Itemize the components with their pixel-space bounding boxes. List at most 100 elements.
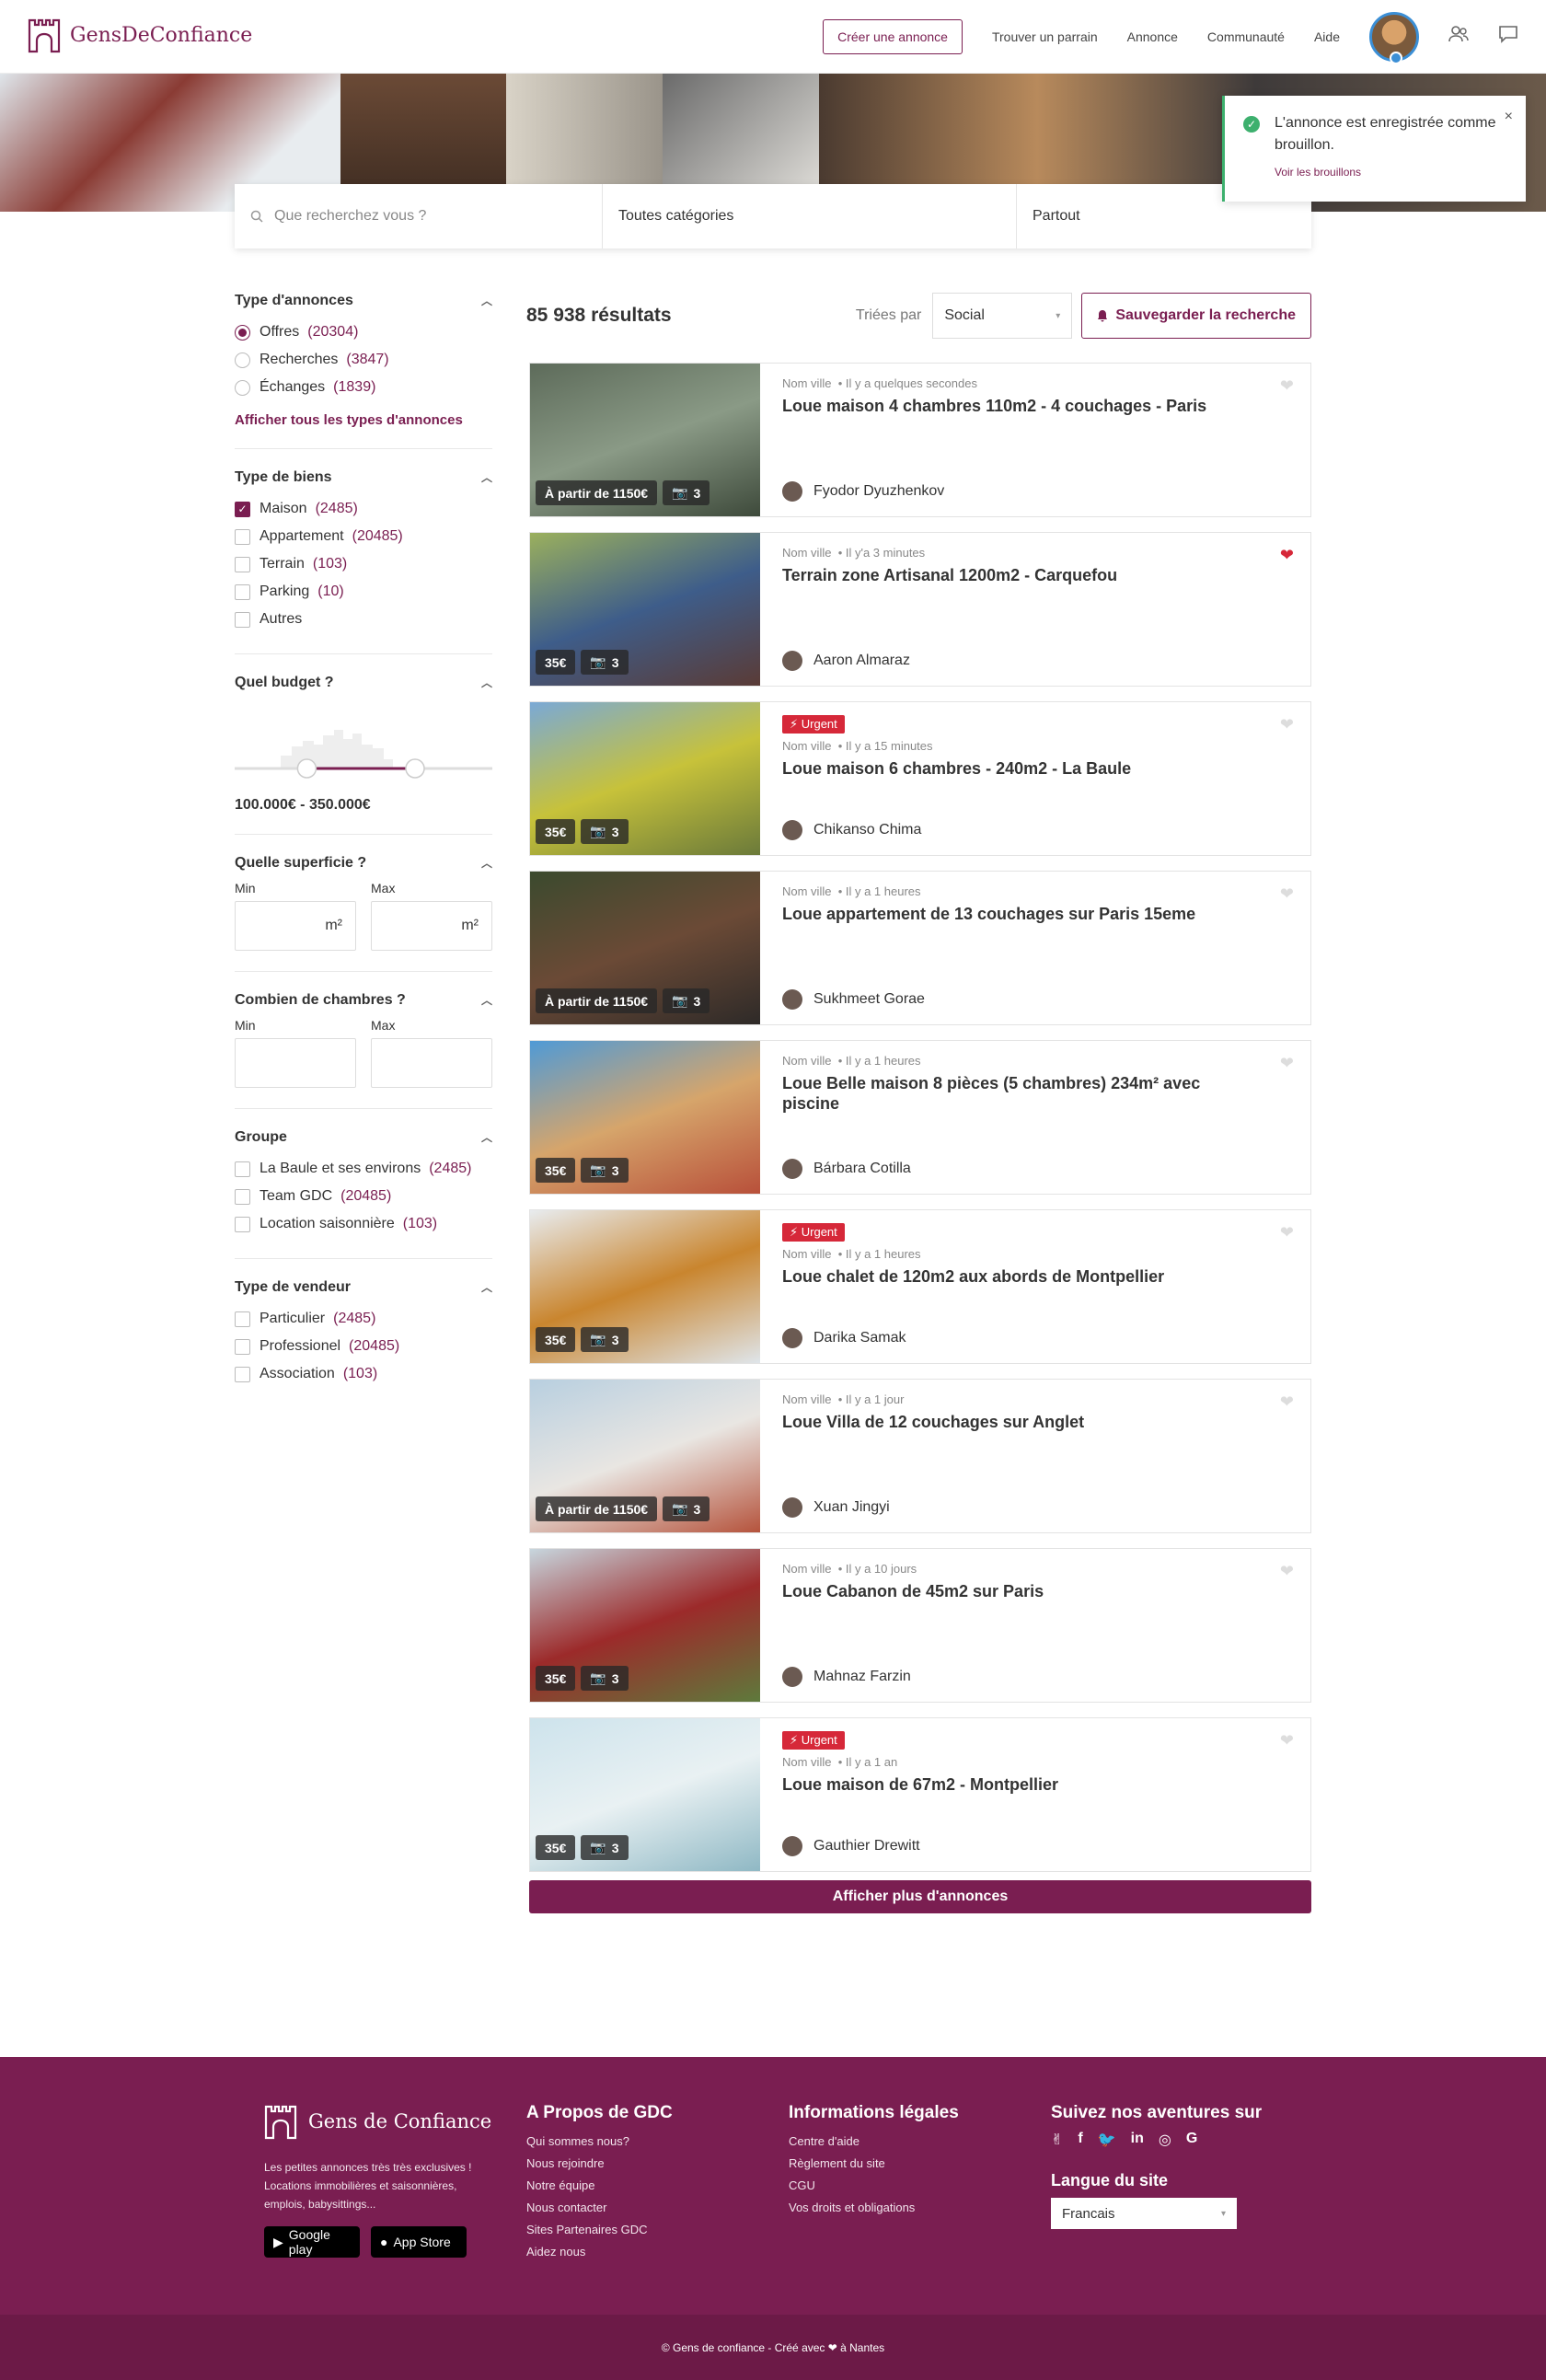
listing-photo[interactable]: 35€ 📷 3 — [530, 533, 760, 686]
chevron-up-icon[interactable]: ︿ — [481, 293, 492, 309]
listing-photo[interactable]: 35€ 📷 3 — [530, 1210, 760, 1363]
footer-logo[interactable]: Gens de Confiance — [264, 2103, 491, 2140]
checkbox[interactable] — [235, 1338, 250, 1355]
favorite-heart-icon[interactable]: ❤ — [1280, 884, 1294, 904]
listing-card[interactable]: 35€ 📷 3 Nom ville • Il y a 1 heures Loue Bel… — [529, 1040, 1311, 1195]
checkbox-group-teamgdc[interactable]: Team GDC (20485) — [235, 1183, 492, 1210]
chevron-up-icon[interactable]: ︿ — [481, 675, 492, 691]
radio-button[interactable] — [235, 352, 250, 368]
contacts-icon[interactable] — [1448, 25, 1469, 49]
google-play-badge[interactable]: ▶ Google play — [264, 2226, 360, 2258]
surface-max-input[interactable]: m² — [371, 901, 492, 951]
checkbox[interactable]: ✓ — [235, 501, 250, 517]
footer-link[interactable]: Sites Partenaires GDC — [526, 2219, 673, 2241]
welcome-to-the-jungle-icon[interactable]: ✌ — [1051, 2131, 1063, 2149]
listing-card[interactable]: 35€ 📷 3 Nom ville • Il y a 10 jours Loue Cab… — [529, 1548, 1311, 1703]
favorite-heart-icon[interactable]: ❤ — [1280, 1392, 1294, 1412]
language-select[interactable]: Francais ▾ — [1051, 2198, 1237, 2229]
checkbox[interactable] — [235, 1161, 250, 1177]
listing-title[interactable]: Loue maison 4 chambres 110m2 - 4 couchag… — [782, 396, 1261, 416]
checkbox[interactable] — [235, 1311, 250, 1327]
nav-find-sponsor[interactable]: Trouver un parrain — [992, 29, 1098, 44]
listing-seller[interactable]: Chikanso Chima — [782, 820, 921, 840]
listing-card[interactable]: 35€ 📷 3 ⚡ Urgent Nom ville • Il y a 15 minut… — [529, 701, 1311, 856]
filter-title[interactable]: Type de vendeur ︿ — [235, 1279, 492, 1296]
slider-max-handle[interactable] — [405, 758, 425, 779]
listing-photo[interactable]: À partir de 1150€ 📷 3 — [530, 1380, 760, 1532]
category-select[interactable]: Toutes catégories — [603, 184, 1017, 248]
listing-seller[interactable]: Sukhmeet Gorae — [782, 989, 925, 1010]
listing-card[interactable]: 35€ 📷 3 ⚡ Urgent Nom ville • Il y a 1 an Loue… — [529, 1717, 1311, 1872]
listing-card[interactable]: À partir de 1150€ 📷 3 Nom ville • Il y a qu… — [529, 363, 1311, 517]
checkbox[interactable] — [235, 556, 250, 572]
footer-link[interactable]: Notre équipe — [526, 2175, 673, 2197]
footer-link[interactable]: Nous contacter — [526, 2197, 673, 2219]
favorite-heart-icon[interactable]: ❤ — [1280, 376, 1294, 396]
checkbox-autres[interactable]: Autres — [235, 606, 492, 633]
listing-seller[interactable]: Fyodor Dyuzhenkov — [782, 481, 944, 502]
favorite-heart-icon[interactable]: ❤ — [1280, 1562, 1294, 1581]
nav-ads[interactable]: Annonce — [1127, 29, 1178, 44]
checkbox[interactable] — [235, 583, 250, 600]
checkbox-particulier[interactable]: Particulier (2485) — [235, 1305, 492, 1333]
app-store-badge[interactable]: ● App Store — [371, 2226, 467, 2258]
chevron-up-icon[interactable]: ︿ — [481, 992, 492, 1009]
footer-link[interactable]: Centre d'aide — [789, 2131, 959, 2153]
listing-title[interactable]: Loue Villa de 12 couchages sur Anglet — [782, 1412, 1261, 1432]
filter-title[interactable]: Type d'annonces ︿ — [235, 293, 492, 309]
listing-title[interactable]: Terrain zone Artisanal 1200m2 - Carquefo… — [782, 565, 1261, 585]
search-input[interactable]: Que recherchez vous ? — [235, 184, 603, 248]
favorite-heart-icon[interactable]: ❤ — [1280, 715, 1294, 734]
slider-min-handle[interactable] — [296, 758, 317, 779]
checkbox-maison[interactable]: ✓ Maison (2485) — [235, 495, 492, 523]
show-more-button[interactable]: Afficher plus d'annonces — [529, 1880, 1311, 1913]
nav-help[interactable]: Aide — [1314, 29, 1340, 44]
messages-icon[interactable] — [1498, 25, 1518, 49]
radio-echanges[interactable]: Échanges (1839) — [235, 374, 492, 401]
chevron-up-icon[interactable]: ︿ — [481, 1279, 492, 1296]
checkbox-professionel[interactable]: Professionel (20485) — [235, 1333, 492, 1360]
listing-card[interactable]: À partir de 1150€ 📷 3 Nom ville • Il y a 1 … — [529, 1379, 1311, 1533]
listing-card[interactable]: À partir de 1150€ 📷 3 Nom ville • Il y a 1 … — [529, 871, 1311, 1025]
nav-community[interactable]: Communauté — [1207, 29, 1285, 44]
listing-photo[interactable]: 35€ 📷 3 — [530, 702, 760, 855]
save-search-button[interactable]: Sauvegarder la recherche — [1081, 293, 1311, 339]
surface-min-input[interactable]: m² — [235, 901, 356, 951]
radio-offres[interactable]: Offres (20304) — [235, 318, 492, 346]
close-icon[interactable]: × — [1505, 109, 1513, 125]
instagram-icon[interactable]: ◎ — [1159, 2131, 1171, 2149]
filter-title[interactable]: Quelle superficie ? ︿ — [235, 855, 492, 872]
listing-photo[interactable]: 35€ 📷 3 — [530, 1549, 760, 1702]
checkbox[interactable] — [235, 1366, 250, 1382]
checkbox-appartement[interactable]: Appartement (20485) — [235, 523, 492, 550]
checkbox[interactable] — [235, 1188, 250, 1205]
favorite-heart-icon[interactable]: ❤ — [1280, 1054, 1294, 1073]
listing-title[interactable]: Loue chalet de 120m2 aux abords de Montp… — [782, 1266, 1261, 1287]
favorite-heart-icon[interactable]: ❤ — [1280, 546, 1294, 565]
checkbox-group-labaule[interactable]: La Baule et ses environs (2485) — [235, 1155, 492, 1183]
rooms-max-input[interactable] — [371, 1038, 492, 1088]
listing-seller[interactable]: Gauthier Drewitt — [782, 1836, 920, 1856]
filter-title[interactable]: Groupe ︿ — [235, 1129, 492, 1146]
facebook-icon[interactable]: f — [1078, 2131, 1082, 2149]
listing-title[interactable]: Loue appartement de 13 couchages sur Par… — [782, 904, 1261, 924]
checkbox[interactable] — [235, 528, 250, 545]
budget-histogram-slider[interactable] — [235, 713, 492, 787]
radio-recherches[interactable]: Recherches (3847) — [235, 346, 492, 374]
listing-title[interactable]: Loue Belle maison 8 pièces (5 chambres) … — [782, 1073, 1261, 1114]
create-ad-button[interactable]: Créer une annonce — [823, 19, 963, 54]
checkbox-group-saisonniere[interactable]: Location saisonnière (103) — [235, 1210, 492, 1238]
checkbox-terrain[interactable]: Terrain (103) — [235, 550, 492, 578]
sort-select[interactable]: Social ▾ — [932, 293, 1073, 339]
google-icon[interactable]: G — [1186, 2131, 1197, 2149]
checkbox-association[interactable]: Association (103) — [235, 1360, 492, 1388]
chevron-up-icon[interactable]: ︿ — [481, 855, 492, 872]
footer-link[interactable]: Qui sommes nous? — [526, 2131, 673, 2153]
chevron-up-icon[interactable]: ︿ — [481, 469, 492, 486]
listing-title[interactable]: Loue maison 6 chambres - 240m2 - La Baul… — [782, 758, 1261, 779]
favorite-heart-icon[interactable]: ❤ — [1280, 1731, 1294, 1750]
listing-title[interactable]: Loue maison de 67m2 - Montpellier — [782, 1774, 1261, 1795]
radio-button[interactable] — [235, 379, 250, 396]
chevron-up-icon[interactable]: ︿ — [481, 1129, 492, 1146]
footer-link[interactable]: Règlement du site — [789, 2153, 959, 2175]
